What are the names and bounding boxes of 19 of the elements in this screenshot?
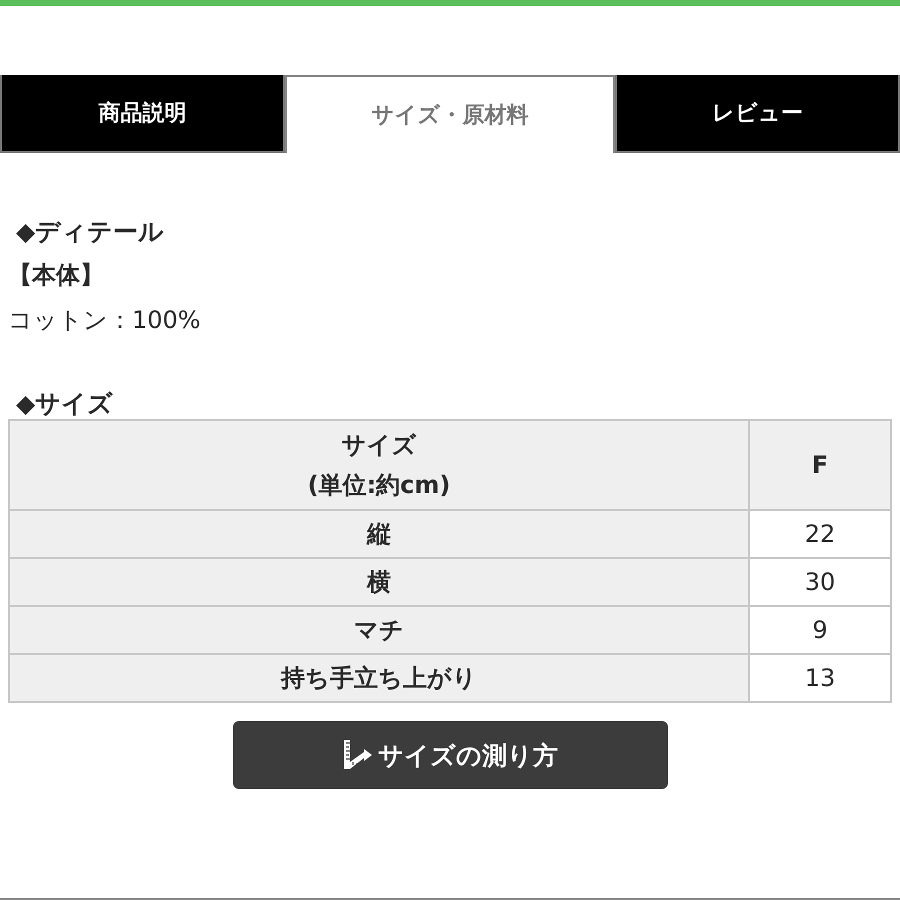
table-cell: 30 bbox=[749, 558, 891, 606]
section-heading: ◆サイズ bbox=[15, 388, 114, 420]
table-cell: 9 bbox=[749, 606, 891, 654]
table-row-header: 横 bbox=[9, 558, 749, 606]
size-guide-button[interactable]: サイズの測り方 bbox=[232, 721, 668, 789]
table-cell: 13 bbox=[749, 654, 891, 702]
section-heading: ◆ディテール bbox=[15, 216, 166, 248]
material-text: コットン：100% bbox=[8, 305, 202, 336]
part-label: 【本体】 bbox=[8, 260, 105, 291]
ruler-icon bbox=[342, 739, 374, 771]
table-row-header: 持ち手立ち上がり bbox=[9, 654, 749, 702]
tab[interactable]: 商品説明 bbox=[0, 75, 285, 153]
table-header-cell: F bbox=[749, 420, 891, 510]
table-row-header: 縦 bbox=[9, 510, 749, 558]
tab[interactable]: レビュー bbox=[615, 75, 900, 153]
table-cell: 22 bbox=[749, 510, 891, 558]
tab[interactable]: サイズ・原材料 bbox=[285, 75, 615, 153]
table-row-header: マチ bbox=[9, 606, 749, 654]
table-header-cell: サイズ (単位:約cm) bbox=[9, 420, 749, 510]
